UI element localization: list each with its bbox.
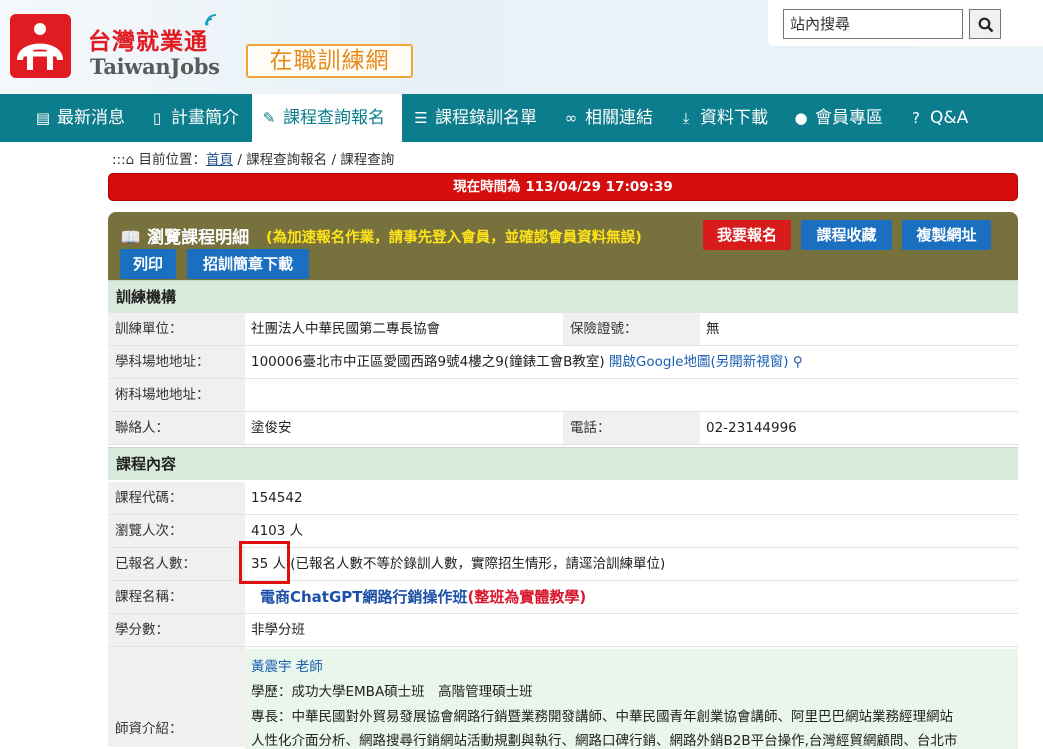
phone-value: 02-23144996 bbox=[706, 420, 797, 436]
breadcrumb: :::⌂ 目前位置：首頁 / 課程查詢報名 / 課程查詢 bbox=[112, 148, 394, 168]
map-pin-icon: ⚲ bbox=[792, 354, 803, 370]
course-name-label: 課程名稱： bbox=[108, 581, 245, 613]
breadcrumb-prefix: ::: bbox=[112, 152, 126, 168]
panel-title-text: 瀏覽課程明細 bbox=[147, 228, 250, 248]
row-practice-address: 術科場地地址： bbox=[108, 379, 1018, 412]
site-search-input[interactable] bbox=[783, 9, 963, 39]
enroll-button[interactable]: 我要報名 bbox=[703, 220, 791, 250]
highlight-annotation-box bbox=[239, 541, 290, 584]
nav-item-qa[interactable]: ? Q&A bbox=[907, 94, 968, 142]
teacher-label: 師資介紹： bbox=[108, 647, 245, 747]
course-name-text: 電商ChatGPT網路行銷操作班 bbox=[260, 588, 468, 606]
phone-label: 電話： bbox=[563, 412, 700, 444]
enrolled-note: (已報名人數不等於錄訓人數，實際招生情形，請逕洽訓練單位) bbox=[290, 556, 666, 572]
search-icon bbox=[978, 17, 994, 33]
credit-value: 非學分班 bbox=[251, 622, 305, 638]
brand-name-en[interactable]: TaiwanJobs bbox=[90, 54, 220, 79]
user-icon: ● bbox=[794, 109, 808, 127]
current-time-bar: 現在時間為 113/04/29 17:09:39 bbox=[108, 173, 1018, 201]
insurance-value: 無 bbox=[706, 321, 720, 337]
nav-item-course-search[interactable]: ✎ 課程查詢報名 bbox=[252, 94, 402, 142]
panel-note: (為加速報名作業，請事先登入會員，並確認會員資料無誤) bbox=[266, 230, 642, 246]
main-nav: ▤ 最新消息 ▯ 計畫簡介 ✎ 課程查詢報名 ☰ 課程錄訓名單 ∞ 相關連結 ⤓ 資料下載 … bbox=[0, 94, 1043, 142]
signal-icon bbox=[204, 12, 218, 31]
home-icon: ⌂ bbox=[125, 152, 139, 168]
unit-value: 社團法人中華民國第二專長協會 bbox=[251, 321, 440, 337]
site-name-badge[interactable]: 在職訓練網 bbox=[246, 44, 413, 78]
nav-item-links[interactable]: ∞ 相關連結 bbox=[562, 94, 653, 142]
row-course-code: 課程代碼： 154542 bbox=[108, 482, 1018, 515]
row-theory-address: 學科場地地址： 100006臺北市中正區愛國西路9號4樓之9(鐘錶工會B教室) … bbox=[108, 346, 1018, 379]
breadcrumb-home-link[interactable]: 首頁 bbox=[206, 152, 233, 168]
nav-item-member[interactable]: ● 會員專區 bbox=[792, 94, 883, 142]
views-label: 瀏覽人次： bbox=[108, 515, 245, 547]
enrolled-label: 已報名人數： bbox=[108, 548, 245, 580]
book-icon: 📖 bbox=[120, 228, 148, 248]
row-credit: 學分數： 非學分班 bbox=[108, 614, 1018, 647]
enrolled-value: 35 人 (已報名人數不等於錄訓人數，實際招生情形，請逕洽訓練單位) bbox=[251, 548, 665, 581]
nav-item-intro[interactable]: ▯ 計畫簡介 bbox=[148, 94, 239, 142]
row-unit: 訓練單位： 社團法人中華民國第二專長協會 保險證號： 無 bbox=[108, 313, 1018, 346]
teacher-specialty-line-2: 人性化介面分析、網路搜尋行銷網站活動規劃與執行、網路口碑行銷、網路外銷B2B平台… bbox=[251, 733, 958, 749]
section-content: 課程內容 bbox=[108, 447, 1018, 480]
nav-label: 會員專區 bbox=[815, 108, 883, 128]
nav-label: Q&A bbox=[930, 108, 969, 128]
nav-label: 相關連結 bbox=[585, 108, 653, 128]
unit-label: 訓練單位： bbox=[108, 313, 245, 345]
nav-label: 最新消息 bbox=[57, 108, 125, 128]
contact-value: 塗俊安 bbox=[251, 420, 292, 436]
search-button[interactable] bbox=[969, 9, 1001, 39]
insurance-label: 保險證號： bbox=[563, 313, 700, 345]
brand-name-cn[interactable]: 台灣就業通 bbox=[88, 22, 208, 56]
course-code-value: 154542 bbox=[251, 490, 303, 506]
favorite-button[interactable]: 課程收藏 bbox=[801, 220, 892, 250]
nav-item-news[interactable]: ▤ 最新消息 bbox=[34, 94, 125, 142]
row-course-name: 課程名稱： 電商ChatGPT網路行銷操作班(整班為實體教學) bbox=[108, 581, 1018, 614]
teacher-name[interactable]: 黃震宇 老師 bbox=[251, 655, 323, 675]
row-contact: 聯絡人： 塗俊安 電話： 02-23144996 bbox=[108, 412, 1018, 445]
newspaper-icon: ▤ bbox=[35, 109, 51, 127]
brochure-download-button[interactable]: 招訓簡章下載 bbox=[187, 249, 309, 279]
section-org: 訓練機構 bbox=[108, 280, 1018, 313]
question-icon: ? bbox=[912, 109, 920, 127]
panel-title: 📖 瀏覽課程明細 bbox=[120, 223, 249, 248]
theory-address-value: 100006臺北市中正區愛國西路9號4樓之9(鐘錶工會B教室) 開啟Google… bbox=[251, 346, 803, 379]
list-icon: ☰ bbox=[414, 109, 428, 127]
pencil-icon: ✎ bbox=[262, 109, 276, 127]
course-name-note: (整班為實體教學) bbox=[467, 588, 587, 606]
breadcrumb-path: / 課程查詢報名 / 課程查詢 bbox=[233, 152, 395, 168]
copy-url-button[interactable]: 複製網址 bbox=[902, 220, 991, 250]
contact-label: 聯絡人： bbox=[108, 412, 245, 444]
theory-address-text: 100006臺北市中正區愛國西路9號4樓之9(鐘錶工會B教室) bbox=[251, 354, 605, 370]
nav-label: 課程錄訓名單 bbox=[435, 108, 537, 128]
practice-address-label: 術科場地地址： bbox=[108, 379, 245, 411]
link-icon: ∞ bbox=[564, 109, 578, 127]
theory-address-label: 學科場地地址： bbox=[108, 346, 245, 378]
nav-label: 課程查詢報名 bbox=[283, 108, 385, 128]
course-name-value: 電商ChatGPT網路行銷操作班(整班為實體教學) bbox=[260, 581, 586, 615]
course-code-label: 課程代碼： bbox=[108, 482, 245, 514]
teacher-education: 學歷：成功大學EMBA碩士班 高階管理碩士班 bbox=[251, 684, 533, 700]
nav-label: 計畫簡介 bbox=[171, 108, 239, 128]
nav-item-admit-list[interactable]: ☰ 課程錄訓名單 bbox=[412, 94, 537, 142]
download-icon: ⤓ bbox=[682, 109, 690, 127]
credit-label: 學分數： bbox=[108, 614, 245, 646]
google-map-link[interactable]: 開啟Google地圖(另開新視窗) bbox=[609, 354, 789, 370]
print-button[interactable]: 列印 bbox=[120, 249, 176, 279]
clipboard-icon: ▯ bbox=[152, 109, 162, 127]
nav-label: 資料下載 bbox=[700, 108, 768, 128]
teacher-specialty-line-1: 專長：中華民國對外貿易發展協會網路行銷暨業務開發講師、中華民國青年創業協會講師、… bbox=[251, 709, 953, 725]
breadcrumb-label: 目前位置： bbox=[138, 152, 207, 168]
taiwanjobs-logo-icon[interactable] bbox=[10, 14, 71, 78]
nav-item-downloads[interactable]: ⤓ 資料下載 bbox=[677, 94, 768, 142]
